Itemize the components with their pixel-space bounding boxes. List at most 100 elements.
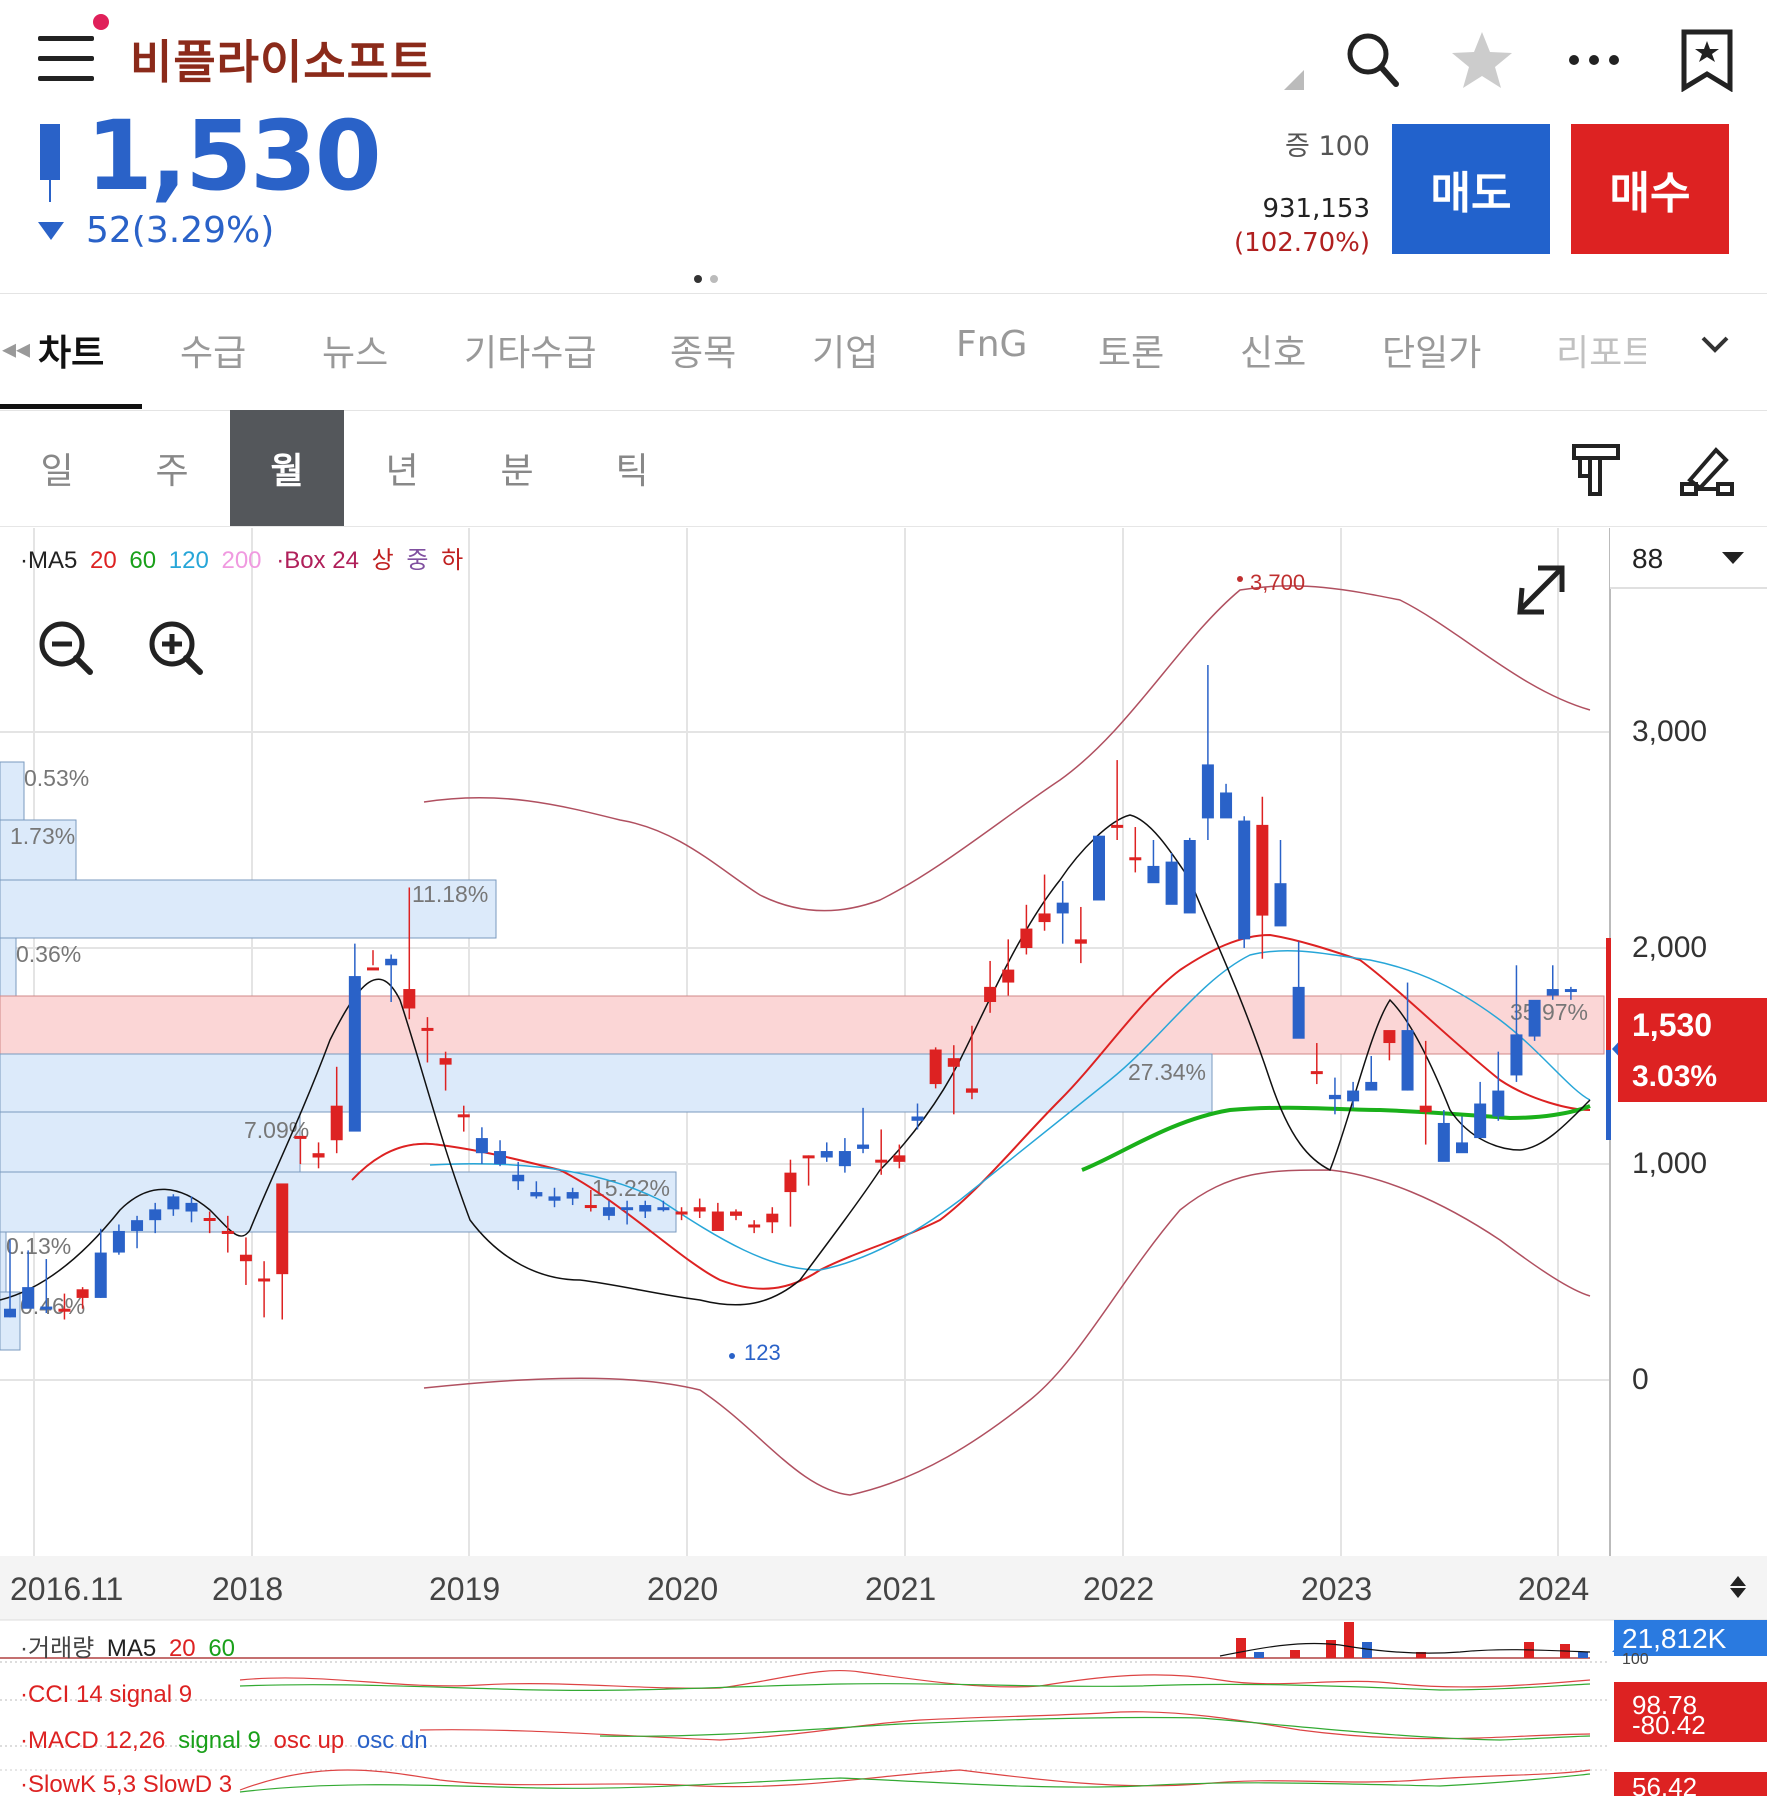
candle-body	[711, 1211, 724, 1231]
period-tick[interactable]: 틱	[575, 410, 689, 526]
candle-body	[1056, 902, 1069, 914]
tab-company[interactable]: 기업	[812, 324, 878, 376]
low-label: 123	[744, 1340, 781, 1365]
candle-body	[40, 1306, 53, 1310]
candle-body	[367, 967, 379, 971]
buy-button[interactable]: 매수	[1571, 124, 1729, 254]
candle-body	[693, 1207, 706, 1212]
bookmark-icon[interactable]	[1676, 28, 1740, 93]
candle-body	[675, 1211, 688, 1215]
zoom-in-icon	[149, 621, 203, 675]
candle-body	[4, 1308, 16, 1318]
candle-body	[1220, 792, 1233, 819]
period-week[interactable]: 주	[115, 410, 229, 526]
indicator-settings-icon[interactable]	[1568, 442, 1624, 502]
candle-body	[1383, 1030, 1396, 1044]
candle-body	[730, 1211, 742, 1216]
period-month[interactable]: 월	[230, 410, 344, 526]
svg-text:·MA5 20 60 120: ·MA5 20 60 120 200 ·Box 24 상 중 하	[20, 547, 463, 574]
tab-chart[interactable]: 차트	[38, 324, 104, 376]
candle-body	[875, 1159, 888, 1163]
candle-body	[185, 1202, 198, 1212]
candle-body	[348, 976, 361, 1132]
candle-body	[58, 1308, 71, 1312]
scroll-left-icon[interactable]: ◂◂	[2, 332, 30, 365]
candle-body	[657, 1207, 670, 1211]
period-year[interactable]: 년	[345, 410, 459, 526]
candle-body	[221, 1230, 234, 1234]
candle-body	[1365, 1081, 1378, 1091]
tab-news[interactable]: 뉴스	[322, 324, 388, 376]
tab-signal[interactable]: 신호	[1240, 324, 1306, 376]
candle-body	[258, 1278, 271, 1282]
tab-supply[interactable]: 수급	[180, 324, 246, 376]
tab-single-price[interactable]: 단일가	[1382, 324, 1481, 376]
drawing-tool-icon[interactable]	[1680, 442, 1736, 502]
star-icon[interactable]	[1450, 28, 1514, 92]
vp-label: 0.53%	[24, 765, 89, 791]
candle-body	[1129, 857, 1142, 861]
candle-body	[112, 1230, 125, 1253]
sub-indicators	[0, 1619, 1767, 1793]
candle-body	[203, 1218, 216, 1221]
x-tick: 2024	[1518, 1571, 1589, 1607]
menu-icon[interactable]	[38, 36, 94, 82]
vp-label: 27.34%	[1128, 1059, 1206, 1085]
volume-tick: 100	[1622, 1651, 1649, 1668]
macd-signal-label: signal 9	[178, 1727, 261, 1754]
x-tick: 2023	[1301, 1571, 1372, 1607]
price-candle-icon	[40, 124, 60, 202]
candle-body	[1274, 883, 1287, 927]
svg-text:·MACD 12,26 signal 9: ·MACD 12,26 signal 9 osc up osc dn	[20, 1727, 428, 1754]
slow-label: ·SlowK 5,3 SlowD 3	[20, 1771, 232, 1796]
chevron-down-icon[interactable]	[1698, 328, 1732, 366]
legend-box-high: 상	[372, 547, 394, 574]
candle-body	[312, 1153, 325, 1158]
notification-dot	[93, 14, 109, 30]
candle-body	[239, 1254, 252, 1262]
candle-body	[1147, 865, 1160, 884]
expand-corner-icon[interactable]	[1284, 70, 1304, 90]
volume-ma60-label: 60	[208, 1635, 235, 1662]
cci-label: ·CCI 14 signal 9	[20, 1681, 192, 1708]
vp-label: 11.18%	[412, 881, 488, 907]
active-tab-underline	[0, 404, 142, 409]
volume-profile	[0, 761, 1605, 1351]
search-icon[interactable]	[1340, 28, 1404, 92]
candle-body	[1401, 1030, 1414, 1091]
x-tick: 2016.11	[10, 1571, 123, 1607]
stock-name[interactable]: 비플라이소프트	[130, 26, 433, 92]
candle-body	[1111, 824, 1124, 828]
candle-body	[494, 1151, 507, 1164]
candle-body	[1201, 764, 1214, 819]
volume-max-value: 21,812K	[1622, 1623, 1727, 1654]
y-tick: 2,000	[1632, 931, 1707, 964]
candle-body	[1510, 1034, 1523, 1076]
sell-button[interactable]: 매도	[1392, 124, 1550, 254]
candle-body	[76, 1289, 89, 1298]
candle-body	[965, 1088, 978, 1093]
candle-body	[330, 1105, 343, 1141]
fullscreen-icon	[1517, 565, 1565, 615]
candle-body	[621, 1207, 634, 1211]
tab-report[interactable]: 리포트	[1556, 324, 1646, 376]
macd-value: -80.42	[1632, 1710, 1706, 1740]
period-minute[interactable]: 분	[460, 410, 574, 526]
legend-box-mid: 중	[406, 547, 428, 574]
candle-body	[566, 1192, 579, 1199]
tab-other-supply[interactable]: 기타수급	[464, 324, 596, 376]
tab-item[interactable]: 종목	[670, 324, 736, 376]
vp-label: 1.73%	[10, 823, 75, 849]
period-day[interactable]: 일	[0, 410, 114, 526]
tab-discussion[interactable]: 토론	[1098, 324, 1164, 376]
x-tick: 2020	[647, 1571, 718, 1607]
more-icon[interactable]	[1562, 28, 1626, 92]
x-tick: 2018	[212, 1571, 283, 1607]
candle-body	[1564, 989, 1577, 993]
candle-body	[1165, 861, 1178, 905]
volume-value: 931,153	[1262, 194, 1370, 224]
candle-body	[838, 1151, 851, 1167]
legend-ma200: 200	[221, 547, 261, 574]
chart-area[interactable]: 0.53% 1.73% 11.18% 0.36% 35.97% 27.34% 7…	[0, 528, 1767, 1800]
tab-fng[interactable]: FnG	[956, 324, 1027, 365]
